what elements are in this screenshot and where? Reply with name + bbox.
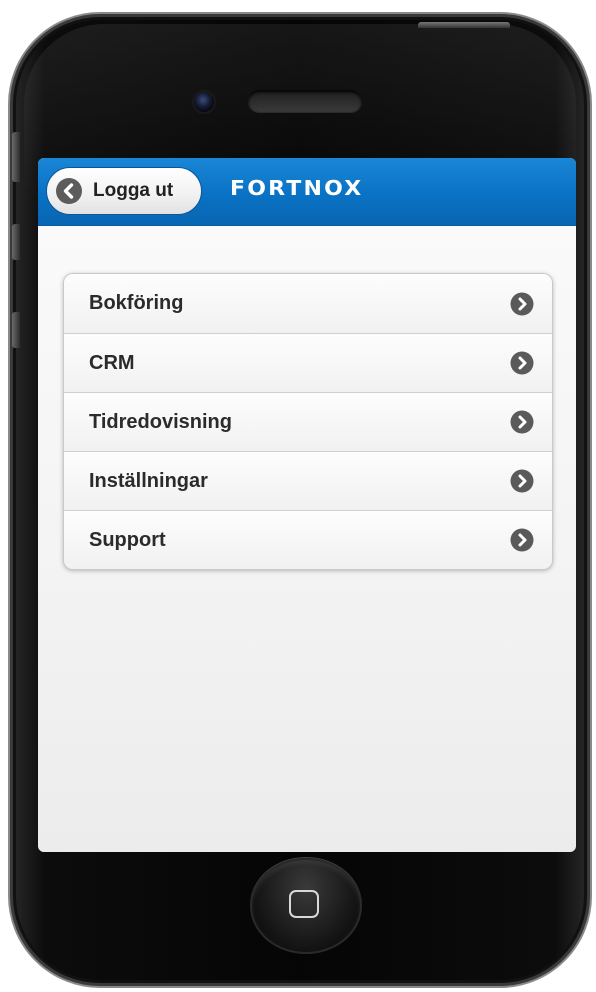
fortnox-logo: FORTNOX: [230, 176, 364, 200]
volume-down-button: [12, 312, 20, 348]
earpiece-speaker: [248, 90, 362, 112]
menu-item-support[interactable]: Support: [64, 510, 552, 569]
menu-item-label: Support: [89, 528, 166, 551]
chevron-right-icon: [510, 410, 534, 434]
mute-switch: [12, 132, 20, 182]
home-button-icon: [289, 890, 319, 918]
front-camera: [194, 92, 214, 112]
main-menu: Bokföring CRM Tidredovisning Inställning…: [63, 273, 553, 570]
volume-up-button: [12, 224, 20, 260]
menu-item-tidredovisning[interactable]: Tidredovisning: [64, 392, 552, 451]
back-arrow-icon: [56, 178, 82, 204]
chevron-right-icon: [510, 469, 534, 493]
power-button: [418, 22, 510, 28]
chevron-right-icon: [510, 292, 534, 315]
app-screen: Logga ut FORTNOX Bokföring CRM Tidredovi…: [38, 158, 576, 852]
logout-button[interactable]: Logga ut: [46, 167, 202, 215]
menu-item-label: Inställningar: [89, 469, 208, 492]
chevron-right-icon: [510, 528, 534, 552]
logout-label: Logga ut: [93, 180, 174, 201]
menu-item-label: Bokföring: [89, 292, 184, 314]
menu-item-label: CRM: [89, 351, 135, 374]
chevron-right-icon: [510, 351, 534, 375]
menu-item-bokforing[interactable]: Bokföring: [64, 274, 552, 333]
menu-item-crm[interactable]: CRM: [64, 333, 552, 392]
menu-item-label: Tidredovisning: [89, 410, 232, 433]
menu-item-installningar[interactable]: Inställningar: [64, 451, 552, 510]
header-bar: Logga ut FORTNOX: [38, 158, 576, 226]
home-button[interactable]: [250, 858, 362, 954]
